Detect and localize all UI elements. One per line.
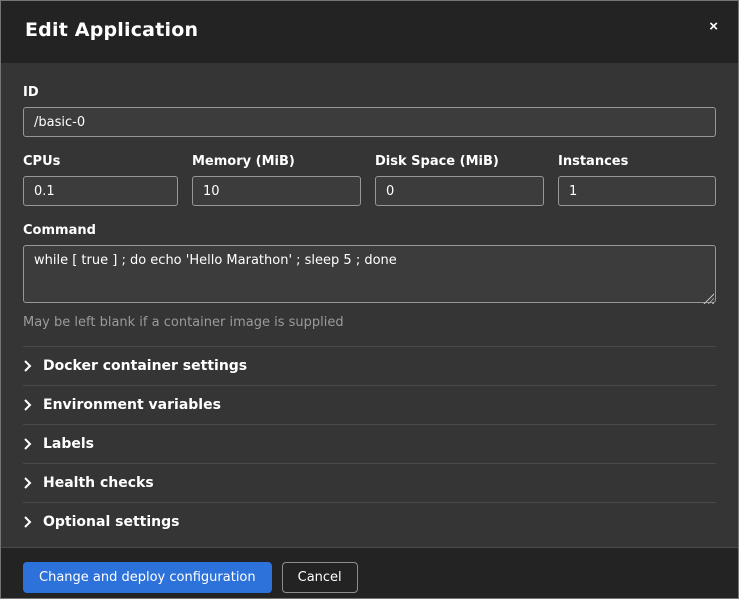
command-field-group: Command while [ true ] ; do echo 'Hello … — [23, 223, 716, 330]
section-docker-container-settings[interactable]: Docker container settings — [23, 346, 716, 385]
id-field-group: ID — [23, 85, 716, 137]
instances-input[interactable] — [558, 176, 716, 206]
command-help-text: May be left blank if a container image i… — [23, 315, 716, 330]
command-textarea-wrap: while [ true ] ; do echo 'Hello Marathon… — [23, 245, 716, 307]
section-label: Health checks — [43, 475, 154, 491]
id-label: ID — [23, 85, 716, 100]
memory-input[interactable] — [192, 176, 361, 206]
section-label: Optional settings — [43, 514, 179, 530]
command-label: Command — [23, 223, 716, 238]
cpus-field-group: CPUs — [23, 154, 178, 206]
modal-footer: Change and deploy configuration Cancel — [1, 547, 738, 599]
disk-input[interactable] — [375, 176, 544, 206]
close-icon[interactable]: × — [705, 17, 722, 36]
cancel-button[interactable]: Cancel — [282, 562, 358, 593]
memory-label: Memory (MiB) — [192, 154, 361, 169]
section-label: Environment variables — [43, 397, 221, 413]
change-and-deploy-button[interactable]: Change and deploy configuration — [23, 562, 272, 593]
disk-label: Disk Space (MiB) — [375, 154, 544, 169]
section-label: Docker container settings — [43, 358, 247, 374]
collapsible-sections: Docker container settings Environment va… — [23, 346, 716, 541]
section-health-checks[interactable]: Health checks — [23, 463, 716, 502]
modal-body: ID CPUs Memory (MiB) Disk Space (MiB) In… — [1, 63, 738, 541]
disk-field-group: Disk Space (MiB) — [375, 154, 544, 206]
chevron-right-icon — [23, 360, 32, 372]
chevron-right-icon — [23, 438, 32, 450]
edit-application-modal: Edit Application × ID CPUs Memory (MiB) … — [0, 0, 739, 599]
chevron-right-icon — [23, 399, 32, 411]
section-labels[interactable]: Labels — [23, 424, 716, 463]
instances-field-group: Instances — [558, 154, 716, 206]
section-label: Labels — [43, 436, 94, 452]
command-textarea[interactable]: while [ true ] ; do echo 'Hello Marathon… — [23, 245, 716, 303]
modal-header: Edit Application × — [1, 1, 738, 63]
section-environment-variables[interactable]: Environment variables — [23, 385, 716, 424]
chevron-right-icon — [23, 477, 32, 489]
modal-title: Edit Application — [25, 19, 714, 41]
instances-label: Instances — [558, 154, 716, 169]
cpus-input[interactable] — [23, 176, 178, 206]
id-input[interactable] — [23, 107, 716, 137]
section-optional-settings[interactable]: Optional settings — [23, 502, 716, 541]
chevron-right-icon — [23, 516, 32, 528]
resources-row: CPUs Memory (MiB) Disk Space (MiB) Insta… — [23, 154, 716, 206]
cpus-label: CPUs — [23, 154, 178, 169]
memory-field-group: Memory (MiB) — [192, 154, 361, 206]
